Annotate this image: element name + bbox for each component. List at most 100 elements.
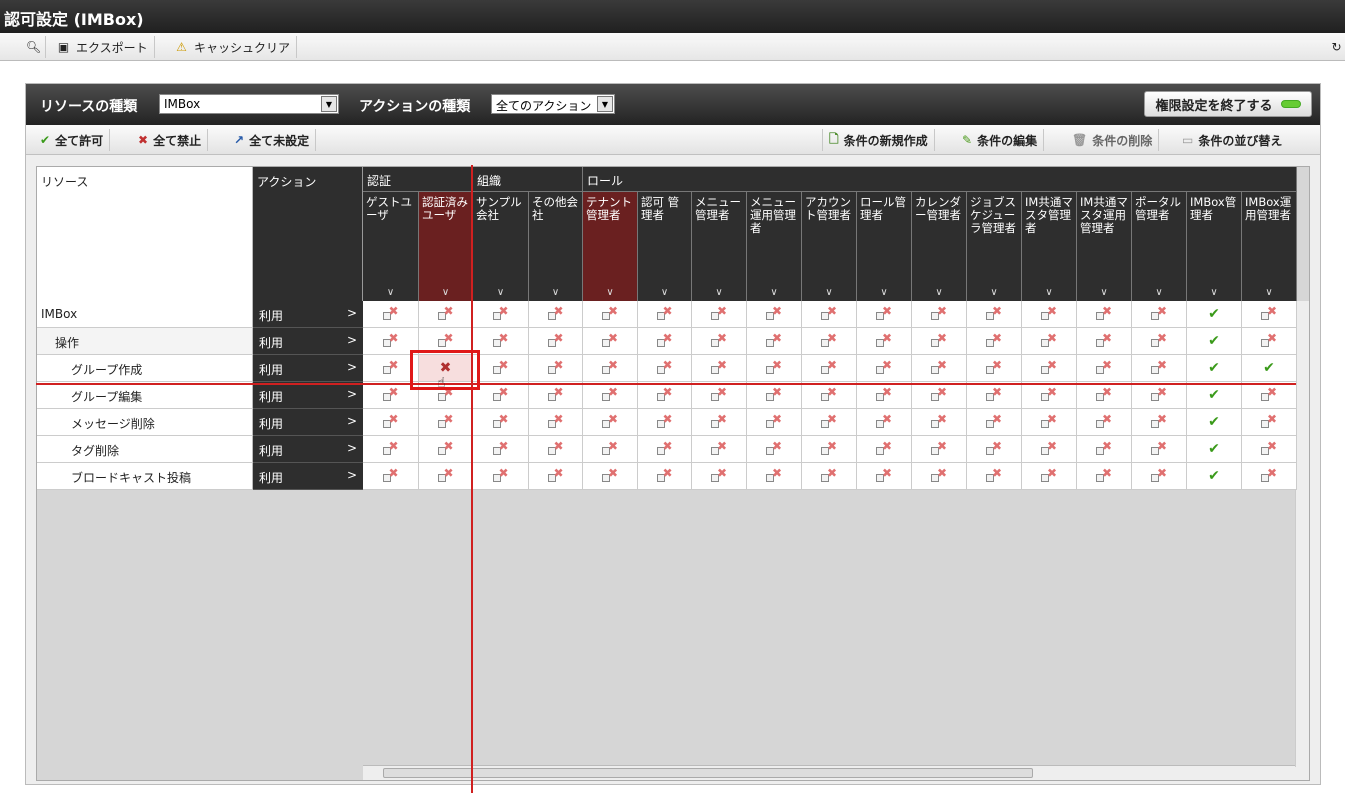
permission-cell[interactable]: ✖ <box>638 382 692 409</box>
permission-cell[interactable]: ✖ <box>363 463 419 490</box>
permission-cell[interactable]: ✖ <box>1022 355 1077 382</box>
resource-row-label[interactable]: 操作 <box>37 328 253 355</box>
permission-cell[interactable]: ✖ <box>1077 328 1132 355</box>
permission-cell[interactable]: ✖ <box>912 355 967 382</box>
column-header[interactable]: カレンダー管理者 ∨ <box>912 192 967 301</box>
action-row-cell[interactable]: 利用 > <box>253 463 363 490</box>
permission-cell[interactable]: ✖ <box>583 463 638 490</box>
permission-cell[interactable]: ✖ <box>967 463 1022 490</box>
permission-cell[interactable]: ✖ <box>857 301 912 328</box>
permission-cell[interactable]: ✖ <box>692 409 747 436</box>
column-header[interactable]: IMBox運用管理者 ∨ <box>1242 192 1297 301</box>
column-header[interactable]: メニュー管理者 ∨ <box>692 192 747 301</box>
permission-cell[interactable]: ✖ <box>419 409 473 436</box>
permission-cell[interactable]: ✖ <box>1132 436 1187 463</box>
permission-cell[interactable]: ✖ <box>912 301 967 328</box>
permission-cell[interactable]: ✖ <box>583 301 638 328</box>
permission-cell[interactable]: ✖ <box>529 409 583 436</box>
scroll-thumb[interactable] <box>383 768 1033 778</box>
end-permission-button[interactable]: 権限設定を終了する <box>1144 91 1312 117</box>
permission-cell[interactable]: ✖ <box>967 436 1022 463</box>
permission-cell[interactable]: ✖ <box>692 355 747 382</box>
sort-condition-button[interactable]: ▭ 条件の並び替え <box>1176 129 1288 151</box>
permission-cell[interactable]: ✖ <box>1132 355 1187 382</box>
permission-cell[interactable]: ✖ <box>802 436 857 463</box>
permission-cell[interactable]: ✖ <box>802 301 857 328</box>
resource-row-label[interactable]: タグ削除 <box>37 436 253 463</box>
permission-cell[interactable]: ✖ <box>419 463 473 490</box>
column-header[interactable]: テナント管理者 ∨ <box>583 192 638 301</box>
permission-cell[interactable]: ✖ <box>912 328 967 355</box>
resource-row-label[interactable]: グループ編集 <box>37 382 253 409</box>
permission-cell[interactable]: ✖ <box>747 409 802 436</box>
permission-cell[interactable]: ✖ <box>1077 382 1132 409</box>
permission-cell[interactable]: ✖ <box>1242 328 1297 355</box>
permission-cell[interactable]: ✖ <box>967 355 1022 382</box>
permission-cell[interactable]: ✖ <box>802 382 857 409</box>
permission-cell[interactable]: ✖ <box>1022 301 1077 328</box>
permission-cell[interactable]: ✖ <box>473 355 529 382</box>
permission-cell[interactable]: ✖ <box>473 463 529 490</box>
permission-cell[interactable]: ✖ <box>638 301 692 328</box>
permission-cell[interactable]: ✖ <box>1022 382 1077 409</box>
new-condition-button[interactable]: 🗋 条件の新規作成 <box>822 129 935 151</box>
permission-cell[interactable]: ✔ <box>1187 436 1242 463</box>
permission-cell[interactable]: ✖ <box>1132 328 1187 355</box>
search-button[interactable]: 🔍︎ <box>20 36 46 58</box>
permission-cell[interactable]: ✖ <box>1242 463 1297 490</box>
resource-row-label[interactable]: グループ作成 <box>37 355 253 382</box>
permission-cell[interactable]: ✔ <box>1187 301 1242 328</box>
column-header[interactable]: その他会社 ∨ <box>529 192 583 301</box>
permission-cell[interactable]: ✖ <box>1022 463 1077 490</box>
permission-cell[interactable]: ✖ <box>692 301 747 328</box>
column-header[interactable]: ジョブスケジューラ管理者 ∨ <box>967 192 1022 301</box>
permission-cell[interactable]: ✖ <box>473 382 529 409</box>
permission-cell[interactable]: ✖ <box>1077 301 1132 328</box>
permission-cell[interactable]: ✖ <box>1132 382 1187 409</box>
permission-cell[interactable]: ✖ <box>1022 328 1077 355</box>
permission-cell[interactable]: ✖ <box>583 355 638 382</box>
refresh-button[interactable]: ↻ <box>1323 36 1345 58</box>
permission-cell[interactable]: ✖ <box>692 328 747 355</box>
permission-cell[interactable]: ✖ <box>1132 409 1187 436</box>
cache-clear-button[interactable]: ⚠ キャッシュクリア <box>168 36 298 58</box>
permission-cell[interactable]: ✖ <box>529 355 583 382</box>
permission-cell[interactable]: ✖ <box>363 301 419 328</box>
permission-cell[interactable]: ✖ <box>747 301 802 328</box>
permission-cell[interactable]: ✖ <box>473 301 529 328</box>
permission-cell[interactable]: ✖ <box>1022 409 1077 436</box>
permission-cell[interactable]: ✖ <box>802 355 857 382</box>
permission-cell[interactable]: ✔ <box>1242 355 1297 382</box>
action-type-select[interactable]: 全てのアクション ▼ <box>491 94 615 114</box>
permission-cell[interactable]: ✖ <box>747 328 802 355</box>
permission-cell[interactable]: ✖ <box>912 436 967 463</box>
permission-cell[interactable]: ✖ <box>967 409 1022 436</box>
permission-cell[interactable]: ✖ <box>912 409 967 436</box>
permission-cell[interactable]: ✖ <box>967 328 1022 355</box>
resource-row-label[interactable]: ブロードキャスト投稿 <box>37 463 253 490</box>
deny-all-button[interactable]: ✖ 全て禁止 <box>132 129 209 151</box>
permission-cell[interactable]: ✖ <box>529 301 583 328</box>
resource-type-select[interactable]: IMBox ▼ <box>159 94 339 114</box>
permission-cell[interactable]: ✖ <box>857 355 912 382</box>
permission-cell[interactable]: ✖ <box>638 355 692 382</box>
edit-condition-button[interactable]: ✎ 条件の編集 <box>956 129 1045 151</box>
permission-cell[interactable]: ✖ <box>912 463 967 490</box>
permission-cell[interactable]: ✖ <box>529 463 583 490</box>
column-header[interactable]: 認証済みユーザ ∨ <box>419 192 473 301</box>
permission-cell[interactable]: ✖ <box>529 328 583 355</box>
action-row-cell[interactable]: 利用 > <box>253 328 363 355</box>
permission-cell[interactable]: ✖ <box>1077 409 1132 436</box>
permission-cell[interactable]: ✖ <box>857 463 912 490</box>
permission-cell[interactable]: ✖ <box>363 436 419 463</box>
permission-cell[interactable]: ✔ <box>1187 355 1242 382</box>
permission-cell[interactable]: ✖ <box>529 382 583 409</box>
action-row-cell[interactable]: 利用 > <box>253 301 363 328</box>
permission-cell[interactable]: ✖ <box>583 382 638 409</box>
permission-cell[interactable]: ✔ <box>1187 463 1242 490</box>
vertical-scrollbar[interactable] <box>1295 301 1309 767</box>
permission-cell[interactable]: ✖ <box>1242 301 1297 328</box>
permission-cell[interactable]: ✖ <box>583 328 638 355</box>
action-row-cell[interactable]: 利用 > <box>253 355 363 382</box>
permission-cell[interactable]: ✖ <box>967 382 1022 409</box>
